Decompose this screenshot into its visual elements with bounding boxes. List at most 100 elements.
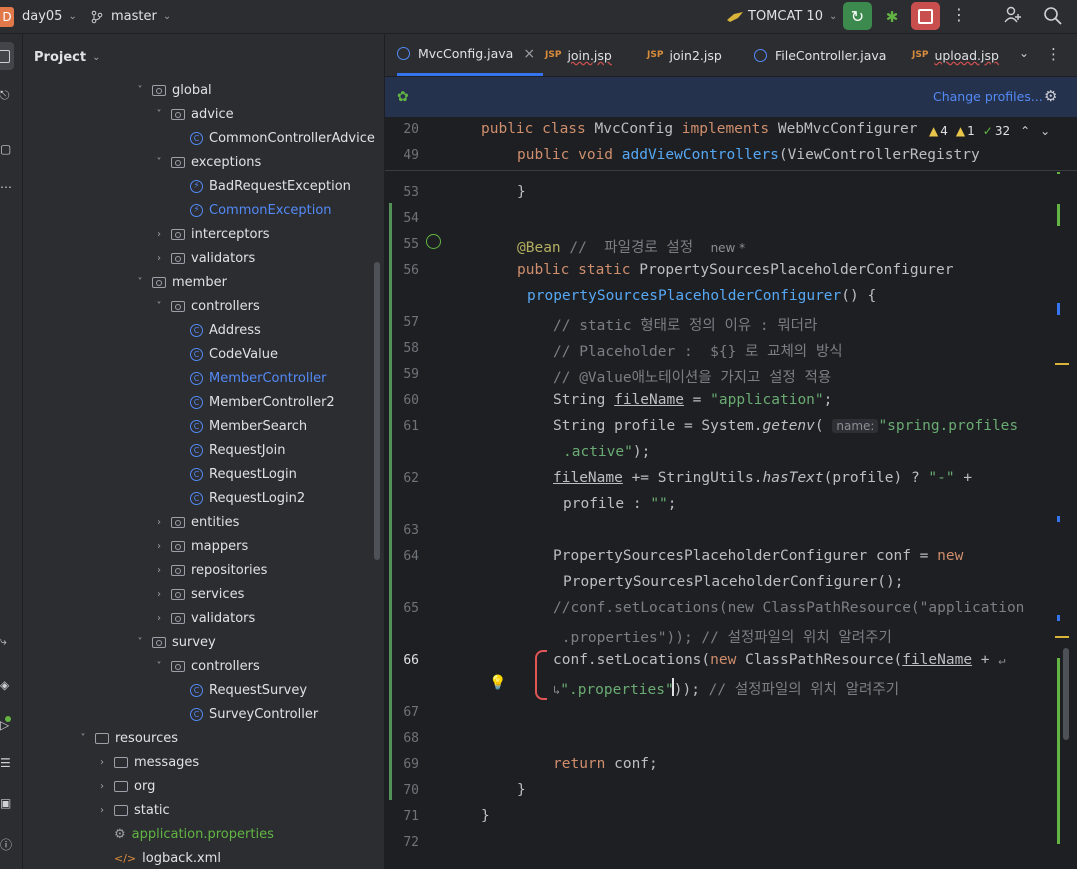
code-line: ↳".properties")); // 설정파일의 위치 알려주기 bbox=[553, 682, 900, 698]
tree-item-services[interactable]: › services bbox=[153, 582, 244, 606]
commit-tool-icon[interactable]: ⎋ bbox=[0, 88, 12, 104]
rerun-button[interactable]: ↻ bbox=[843, 2, 872, 30]
tree-item-membercontroller2[interactable]: C MemberController2 bbox=[190, 390, 335, 414]
stop-button[interactable] bbox=[911, 2, 940, 30]
editor-scrollbar[interactable] bbox=[1063, 648, 1069, 740]
problems-tool-icon[interactable]: ⓘ bbox=[0, 836, 12, 852]
chevron-down-icon[interactable]: ˅ bbox=[134, 85, 146, 96]
chevron-down-icon[interactable]: ˅ bbox=[153, 109, 165, 120]
next-highlight-icon[interactable]: ⌄ bbox=[1040, 124, 1050, 138]
chevron-right-icon[interactable]: › bbox=[153, 589, 165, 600]
tree-item-requestsurvey[interactable]: C RequestSurvey bbox=[190, 678, 307, 702]
close-icon[interactable]: × bbox=[523, 46, 535, 62]
chevron-right-icon[interactable]: › bbox=[153, 253, 165, 264]
tree-item-logback-xml[interactable]: </> logback.xml bbox=[114, 846, 221, 869]
tree-item-commoncontrolleradvice[interactable]: C CommonControllerAdvice bbox=[190, 126, 375, 150]
tree-item-validators[interactable]: › validators bbox=[153, 606, 255, 630]
chevron-down-icon[interactable]: ˅ bbox=[134, 637, 146, 648]
debug-button[interactable]: ✱ bbox=[880, 6, 904, 28]
project-panel-header[interactable]: Project ⌄ bbox=[23, 34, 384, 80]
branch-switcher[interactable]: master ⌄ bbox=[90, 0, 171, 33]
tree-item-exceptions[interactable]: ˅ exceptions bbox=[153, 150, 262, 174]
tree-item-commonexception[interactable]: ⚡ CommonException bbox=[190, 198, 332, 222]
terminal-tool-icon[interactable]: ▣ bbox=[0, 796, 12, 812]
chevron-down-icon[interactable]: ˅ bbox=[77, 733, 89, 744]
chevron-right-icon[interactable]: › bbox=[153, 565, 165, 576]
package-icon bbox=[152, 636, 166, 648]
chevron-right-icon[interactable]: › bbox=[96, 805, 108, 816]
line-number: 63 bbox=[403, 523, 419, 538]
sticky-line[interactable]: public class MvcConfig implements WebMvc… bbox=[481, 121, 918, 137]
lightbulb-icon[interactable]: 💡 bbox=[489, 675, 506, 691]
tabs-dropdown-icon[interactable]: ⌄ bbox=[1019, 46, 1029, 60]
more-actions-icon[interactable]: ⋮ bbox=[951, 5, 967, 24]
code-line: .properties")); // 설정파일의 위치 알려주기 bbox=[553, 626, 892, 647]
change-profiles-link[interactable]: Change profiles... bbox=[933, 89, 1043, 104]
tree-item-label: survey bbox=[172, 634, 216, 650]
tree-item-badrequestexception[interactable]: ⚡ BadRequestException bbox=[190, 174, 351, 198]
tab-join2-jsp[interactable]: JSP join2.jsp bbox=[647, 34, 722, 76]
endpoints-tool-icon[interactable]: ◈ bbox=[0, 678, 12, 694]
chevron-down-icon[interactable]: ˅ bbox=[134, 277, 146, 288]
chevron-right-icon[interactable]: › bbox=[153, 541, 165, 552]
tree-item-org[interactable]: › org bbox=[96, 774, 155, 798]
tab-upload-jsp[interactable]: JSP upload.jsp bbox=[912, 34, 999, 76]
tab-filecontroller[interactable]: FileController.java bbox=[754, 34, 886, 76]
more-tools-icon[interactable]: ⋯ bbox=[0, 180, 12, 196]
tree-item-membersearch[interactable]: C MemberSearch bbox=[190, 414, 307, 438]
tree-item-advice[interactable]: ˅ advice bbox=[153, 102, 234, 126]
chevron-right-icon[interactable]: › bbox=[96, 781, 108, 792]
sticky-line[interactable]: public void addViewControllers(ViewContr… bbox=[517, 147, 980, 163]
tree-item-surveycontroller[interactable]: C SurveyController bbox=[190, 702, 318, 726]
structure-tool-icon[interactable]: ▢ bbox=[0, 142, 12, 158]
tree-item-controllers[interactable]: ˅ controllers bbox=[153, 654, 260, 678]
project-switcher[interactable]: D day05 ⌄ bbox=[0, 0, 77, 33]
chevron-down-icon[interactable]: ˅ bbox=[153, 661, 165, 672]
tree-item-label: RequestLogin bbox=[209, 466, 297, 482]
tree-item-entities[interactable]: › entities bbox=[153, 510, 239, 534]
search-button[interactable] bbox=[1043, 6, 1063, 30]
settings-gear-icon[interactable]: ⚙ bbox=[1044, 87, 1057, 105]
tree-item-membercontroller[interactable]: C MemberController bbox=[190, 366, 326, 390]
add-user-button[interactable] bbox=[1003, 5, 1023, 29]
tree-item-survey[interactable]: ˅ survey bbox=[134, 630, 216, 654]
bean-gutter-icon[interactable] bbox=[426, 234, 441, 249]
tree-item-validators[interactable]: › validators bbox=[153, 246, 255, 270]
previous-highlight-icon[interactable]: ⌃ bbox=[1020, 124, 1030, 138]
tab-mvcconfig[interactable]: MvcConfig.java × bbox=[397, 34, 544, 76]
tree-item-repositories[interactable]: › repositories bbox=[153, 558, 267, 582]
tab-join-jsp[interactable]: JSP join.jsp bbox=[545, 34, 612, 76]
tree-item-application-properties[interactable]: ⚙ application.properties bbox=[114, 822, 274, 846]
project-tool-button[interactable] bbox=[0, 42, 14, 70]
run-config-selector[interactable]: TOMCAT 10 ⌄ bbox=[726, 0, 837, 33]
tree-item-requestjoin[interactable]: C RequestJoin bbox=[190, 438, 285, 462]
chevron-right-icon[interactable]: › bbox=[153, 613, 165, 624]
layers-tool-icon[interactable]: ☰ bbox=[0, 756, 12, 772]
tree-item-static[interactable]: › static bbox=[96, 798, 170, 822]
tree-item-mappers[interactable]: › mappers bbox=[153, 534, 248, 558]
code-editor[interactable]: 53 54 55 56 57 58 59 60 61 62 63 64 65 6… bbox=[385, 118, 1077, 869]
chevron-down-icon[interactable]: ˅ bbox=[153, 301, 165, 312]
tree-item-resources[interactable]: ˅ resources bbox=[77, 726, 179, 750]
run-config-name: TOMCAT 10 bbox=[748, 9, 823, 24]
tree-scrollbar[interactable] bbox=[374, 262, 380, 560]
chevron-right-icon[interactable]: › bbox=[96, 757, 108, 768]
tree-item-requestlogin2[interactable]: C RequestLogin2 bbox=[190, 486, 305, 510]
inspection-widget[interactable]: ▲ 4 ▲ 1 ✓ 32 ⌃ ⌄ bbox=[925, 122, 1051, 140]
tree-item-address[interactable]: C Address bbox=[190, 318, 261, 342]
code-line: profile : ""; bbox=[563, 496, 677, 512]
tree-item-codevalue[interactable]: C CodeValue bbox=[190, 342, 278, 366]
tree-item-messages[interactable]: › messages bbox=[96, 750, 199, 774]
tree-item-controllers[interactable]: ˅ controllers bbox=[153, 294, 260, 318]
tree-item-interceptors[interactable]: › interceptors bbox=[153, 222, 270, 246]
chevron-right-icon[interactable]: › bbox=[153, 517, 165, 528]
tree-item-member[interactable]: ˅ member bbox=[134, 270, 227, 294]
tree-item-requestlogin[interactable]: C RequestLogin bbox=[190, 462, 297, 486]
services-tool-icon[interactable]: ⤷ bbox=[0, 634, 12, 650]
chevron-down-icon[interactable]: ˅ bbox=[153, 157, 165, 168]
chevron-right-icon[interactable]: › bbox=[153, 229, 165, 240]
tree-item-global[interactable]: ˅ global bbox=[134, 78, 212, 102]
tabs-more-icon[interactable]: ⋮ bbox=[1046, 45, 1061, 63]
package-icon bbox=[171, 516, 185, 528]
stop-icon bbox=[918, 8, 933, 24]
